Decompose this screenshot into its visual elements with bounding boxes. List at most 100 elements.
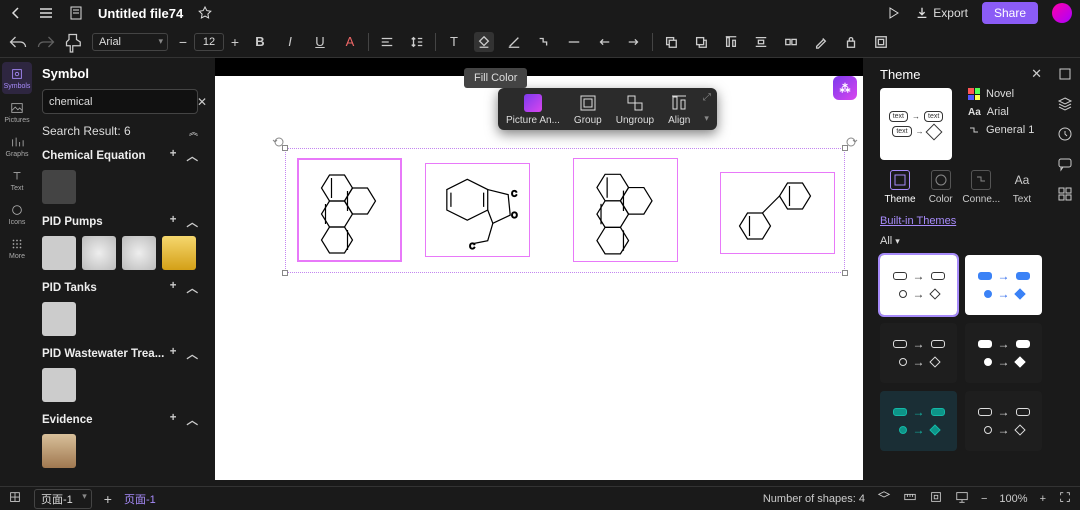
italic-icon[interactable]: I [280,32,300,52]
presentation-icon[interactable] [955,490,969,507]
rr-grid-icon[interactable] [1057,186,1073,202]
theme-card[interactable]: →→ [965,391,1042,451]
star-icon[interactable] [197,5,213,21]
ctx-group[interactable]: Group [574,94,602,126]
ctx-picture-analysis[interactable]: Picture An... [506,94,560,126]
theme-filter-all[interactable]: All ▾ [880,235,1042,247]
clear-search-icon[interactable]: ✕ [197,95,206,109]
rail-symbols[interactable]: Symbols [2,62,32,94]
line-style-icon[interactable] [564,32,584,52]
collapse-all-icon[interactable]: ︽ [189,125,198,138]
file-icon[interactable] [68,5,84,21]
rotate-handle[interactable] [844,135,858,149]
theme-card[interactable]: →→ [965,323,1042,383]
fullscreen-icon[interactable] [1058,490,1072,507]
underline-icon[interactable]: U [310,32,330,52]
undo-icon[interactable] [8,32,28,52]
zoom-in-icon[interactable]: + [1040,493,1046,505]
arrow-end-icon[interactable] [624,32,644,52]
font-size-decrease[interactable]: − [176,34,190,50]
rail-pictures[interactable]: Pictures [2,96,32,128]
add-icon[interactable]: + [170,214,177,230]
fit-page-icon[interactable] [929,490,943,507]
chevron-up-icon[interactable]: ︿ [187,346,199,362]
size-match-icon[interactable] [781,32,801,52]
rr-history-icon[interactable] [1057,126,1073,142]
zoom-level[interactable]: 100% [999,493,1027,505]
lock-icon[interactable] [841,32,861,52]
font-size-increase[interactable]: + [228,34,242,50]
section-evidence[interactable]: Evidence +︿ [42,412,198,428]
cat-color[interactable]: Color [921,170,961,205]
text-tool-icon[interactable]: T [444,32,464,52]
canvas-area[interactable]: Fill Color ⤢ Picture An... Group Ungroup… [206,58,872,486]
symbol-thumb[interactable] [42,170,76,204]
align-text-left-icon[interactable] [377,32,397,52]
ctx-ungroup[interactable]: Ungroup [616,94,654,126]
group-icon[interactable] [871,32,891,52]
symbol-thumb[interactable] [42,302,76,336]
shape-chemical-3[interactable] [573,158,678,262]
line-spacing-icon[interactable] [407,32,427,52]
cat-connector[interactable]: Conne... [961,170,1001,205]
distribute-icon[interactable] [751,32,771,52]
back-icon[interactable] [8,5,24,21]
font-color-icon[interactable]: A [340,32,360,52]
chevron-up-icon[interactable]: ︿ [187,214,199,230]
add-icon[interactable]: + [170,148,177,164]
symbol-thumb[interactable] [162,236,196,270]
add-icon[interactable]: + [170,346,177,362]
symbol-thumb[interactable] [82,236,116,270]
rr-format-icon[interactable] [1057,66,1073,82]
bold-icon[interactable]: B [250,32,270,52]
symbol-thumb[interactable] [42,368,76,402]
export-button[interactable]: Export [915,5,968,21]
layers-toggle-icon[interactable] [877,490,891,507]
chevron-down-icon[interactable]: ▾ [704,113,709,124]
symbol-search[interactable]: ✕ [42,89,198,114]
shape-chemical-1[interactable] [297,158,402,262]
hamburger-icon[interactable] [38,5,54,21]
rr-comments-icon[interactable] [1057,156,1073,172]
section-pid-pumps[interactable]: PID Pumps +︿ [42,214,198,230]
bring-front-icon[interactable] [661,32,681,52]
redo-icon[interactable] [36,32,56,52]
shape-chemical-4[interactable] [720,172,835,254]
ctx-align[interactable]: Align [668,94,690,126]
share-button[interactable]: Share [982,2,1038,24]
arrow-start-icon[interactable] [594,32,614,52]
play-icon[interactable] [885,5,901,21]
ai-badge[interactable]: ⁂ [833,76,857,100]
search-input[interactable] [49,96,191,108]
align-objects-icon[interactable] [721,32,741,52]
chevron-up-icon[interactable]: ︿ [187,148,199,164]
rail-more[interactable]: More [2,232,32,264]
section-chemical-equation[interactable]: Chemical Equation +︿ [42,148,198,164]
font-family-select[interactable]: Arial [92,33,168,51]
page-tab[interactable]: 页面-1 [124,491,156,507]
rr-layers-icon[interactable] [1057,96,1073,112]
section-pid-wastewater[interactable]: PID Wastewater Trea... +︿ [42,346,198,362]
symbol-thumb[interactable] [42,236,76,270]
edit-shape-icon[interactable] [811,32,831,52]
theme-card[interactable]: →→ [880,391,957,451]
theme-font-prop[interactable]: AaArial [968,106,1034,118]
chevron-up-icon[interactable]: ︿ [187,412,199,428]
add-icon[interactable]: + [170,280,177,296]
chevron-up-icon[interactable]: ︿ [187,280,199,296]
connector-style-icon[interactable] [534,32,554,52]
theme-card[interactable]: →→ [880,323,957,383]
units-icon[interactable] [903,490,917,507]
theme-color-prop[interactable]: Novel [968,88,1034,100]
add-page-icon[interactable]: + [104,491,112,507]
page-select[interactable]: 页面-1 [34,489,92,509]
outline-icon[interactable] [8,490,22,507]
builtin-themes-link[interactable]: Built-in Themes [880,215,956,227]
close-icon[interactable]: ✕ [1031,66,1042,82]
rotate-handle[interactable] [272,135,286,149]
rail-graphs[interactable]: Graphs [2,130,32,162]
add-icon[interactable]: + [170,412,177,428]
symbol-thumb[interactable] [122,236,156,270]
section-pid-tanks[interactable]: PID Tanks +︿ [42,280,198,296]
theme-card[interactable]: →→ [965,255,1042,315]
